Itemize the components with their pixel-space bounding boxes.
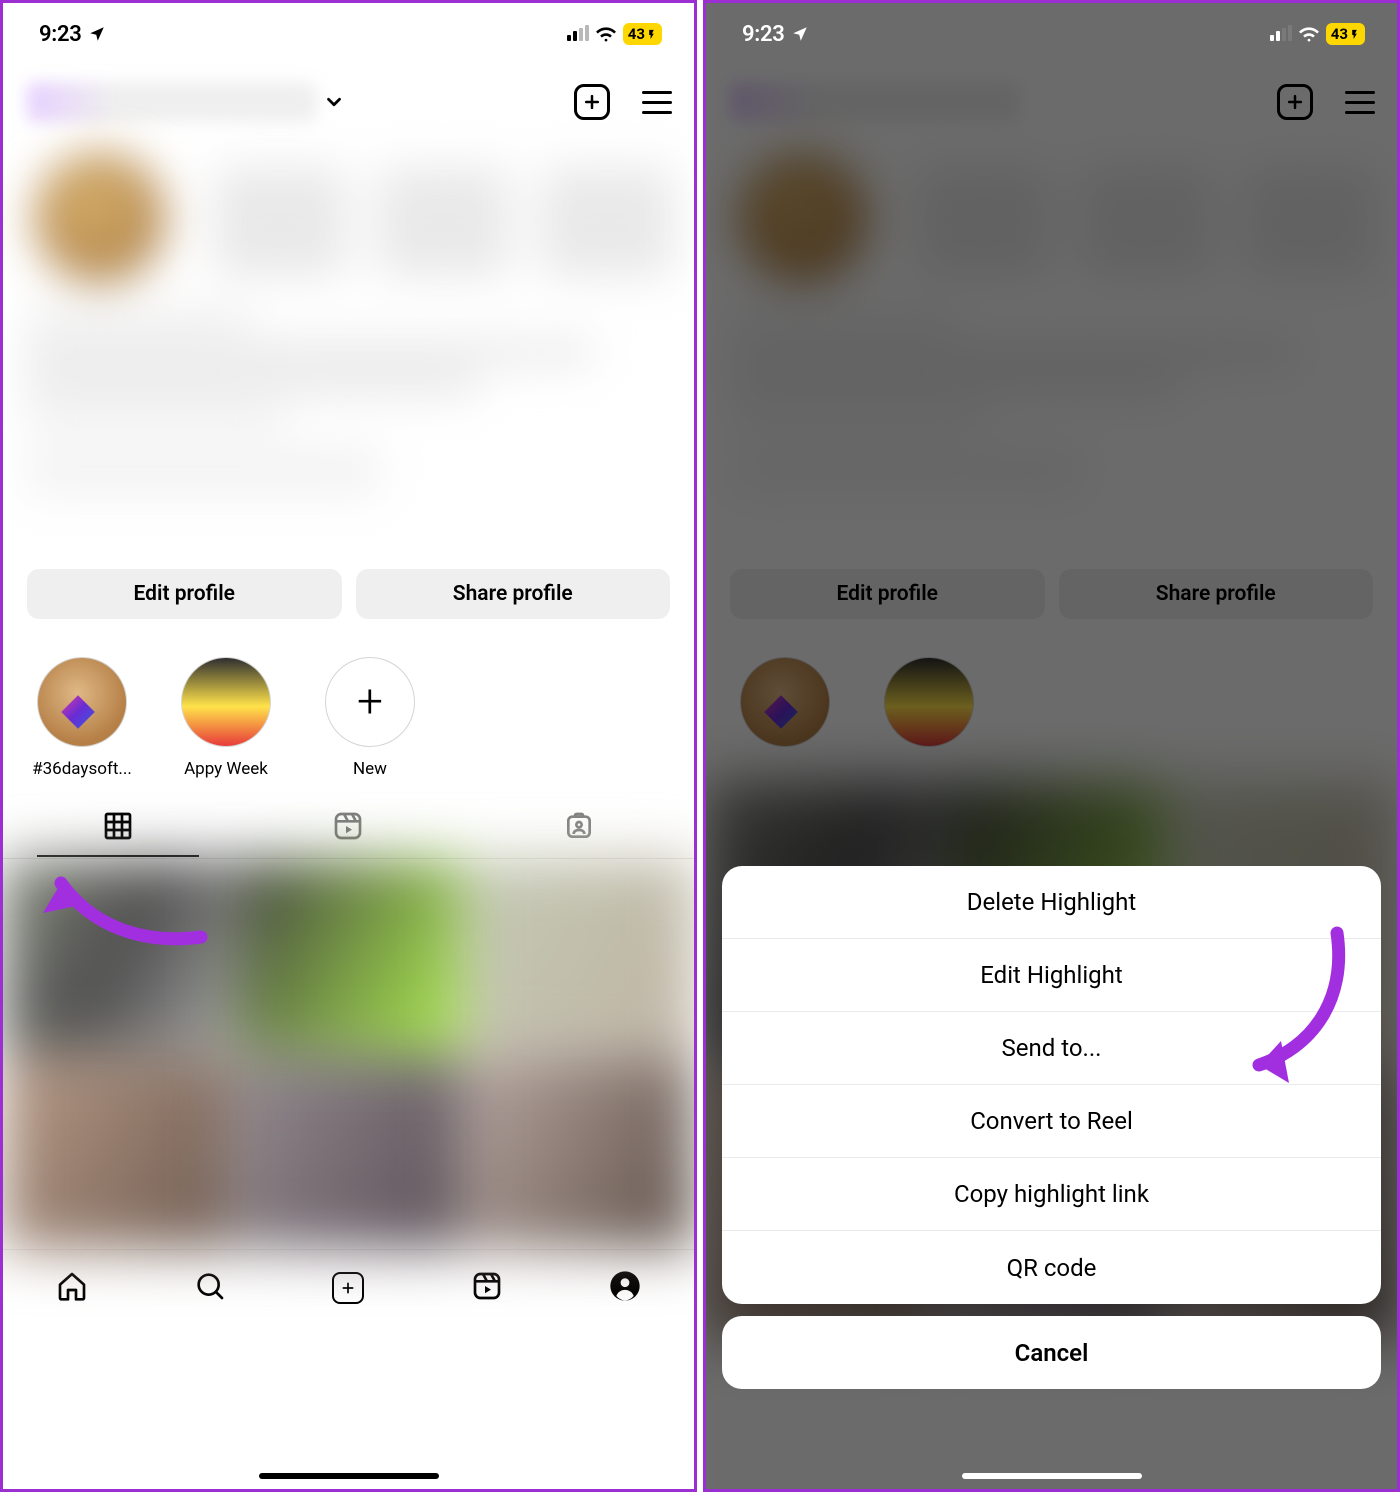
- battery-indicator: 43: [623, 23, 662, 45]
- highlight-cover-icon: [37, 657, 127, 747]
- action-sheet-group: Delete Highlight Edit Highlight Send to.…: [722, 866, 1381, 1304]
- wifi-icon: [1298, 26, 1320, 42]
- tab-tagged[interactable]: [560, 796, 598, 856]
- reels-icon: [332, 810, 364, 842]
- home-indicator[interactable]: [962, 1473, 1142, 1479]
- profile-action-row: Edit profile Share profile: [3, 559, 694, 619]
- nav-create[interactable]: [332, 1272, 364, 1304]
- cellular-signal-icon: [567, 27, 589, 41]
- menu-button[interactable]: [642, 91, 672, 114]
- battery-level: 43: [628, 25, 645, 43]
- search-icon: [194, 1270, 226, 1302]
- location-icon: [88, 25, 106, 43]
- tab-posts-grid[interactable]: [99, 796, 137, 856]
- phone-screenshot-right: 9:23 43 Edit profileShare profile De: [703, 0, 1400, 1492]
- profile-avatar[interactable]: [35, 153, 165, 283]
- tab-reels[interactable]: [329, 796, 367, 856]
- highlight-new[interactable]: + New: [313, 657, 427, 779]
- chevron-down-icon[interactable]: [323, 91, 345, 113]
- highlight-label: #36daysoft...: [32, 759, 132, 779]
- nav-profile[interactable]: [609, 1270, 641, 1306]
- profile-content-tabs: [3, 793, 694, 859]
- create-post-button[interactable]: [574, 84, 610, 120]
- nav-reels[interactable]: [471, 1270, 503, 1306]
- highlight-cover-icon: [181, 657, 271, 747]
- sheet-convert-to-reel[interactable]: Convert to Reel: [722, 1085, 1381, 1158]
- highlight-action-sheet: Delete Highlight Edit Highlight Send to.…: [722, 866, 1381, 1389]
- highlight-label: New: [353, 759, 387, 779]
- status-time: 9:23: [742, 22, 785, 47]
- home-icon: [56, 1270, 88, 1302]
- tagged-icon: [563, 810, 595, 842]
- plus-box-icon: [332, 1272, 364, 1304]
- home-indicator[interactable]: [259, 1473, 439, 1479]
- highlight-36daysoft[interactable]: #36daysoft...: [25, 657, 139, 779]
- nav-home[interactable]: [56, 1270, 88, 1306]
- status-bar: 9:23 43: [3, 3, 694, 65]
- wifi-icon: [595, 26, 617, 42]
- status-time: 9:23: [39, 22, 82, 47]
- highlight-label: Appy Week: [184, 759, 268, 779]
- highlight-appy-week[interactable]: Appy Week: [169, 657, 283, 779]
- sheet-delete-highlight[interactable]: Delete Highlight: [722, 866, 1381, 939]
- status-bar: 9:23 43: [706, 3, 1397, 65]
- plus-icon: +: [357, 679, 383, 725]
- profile-stats[interactable]: [213, 167, 674, 277]
- plus-icon: [582, 92, 602, 112]
- profile-info-blurred: [3, 139, 694, 559]
- story-highlights-row: #36daysoft... Appy Week + New: [3, 619, 694, 783]
- phone-screenshot-left: 9:23 43 Edit profile Share profile: [0, 0, 697, 1492]
- nav-search[interactable]: [194, 1270, 226, 1306]
- username-switcher[interactable]: [27, 82, 317, 122]
- cellular-signal-icon: [1270, 27, 1292, 41]
- sheet-send-to[interactable]: Send to...: [722, 1012, 1381, 1085]
- location-icon: [791, 25, 809, 43]
- battery-indicator: 43: [1326, 23, 1365, 45]
- sheet-edit-highlight[interactable]: Edit Highlight: [722, 939, 1381, 1012]
- share-profile-button[interactable]: Share profile: [356, 569, 671, 619]
- highlight-new-cover: +: [325, 657, 415, 747]
- edit-profile-button[interactable]: Edit profile: [27, 569, 342, 619]
- profile-icon: [609, 1270, 641, 1302]
- reels-icon: [471, 1270, 503, 1302]
- sheet-cancel-button[interactable]: Cancel: [722, 1316, 1381, 1389]
- profile-header: [3, 65, 694, 139]
- sheet-qr-code[interactable]: QR code: [722, 1231, 1381, 1304]
- photo-grid-blurred: [3, 859, 694, 1249]
- battery-level: 43: [1331, 25, 1348, 43]
- sheet-copy-highlight-link[interactable]: Copy highlight link: [722, 1158, 1381, 1231]
- profile-bio: [25, 309, 672, 495]
- bottom-nav: [3, 1249, 694, 1325]
- grid-icon: [102, 810, 134, 842]
